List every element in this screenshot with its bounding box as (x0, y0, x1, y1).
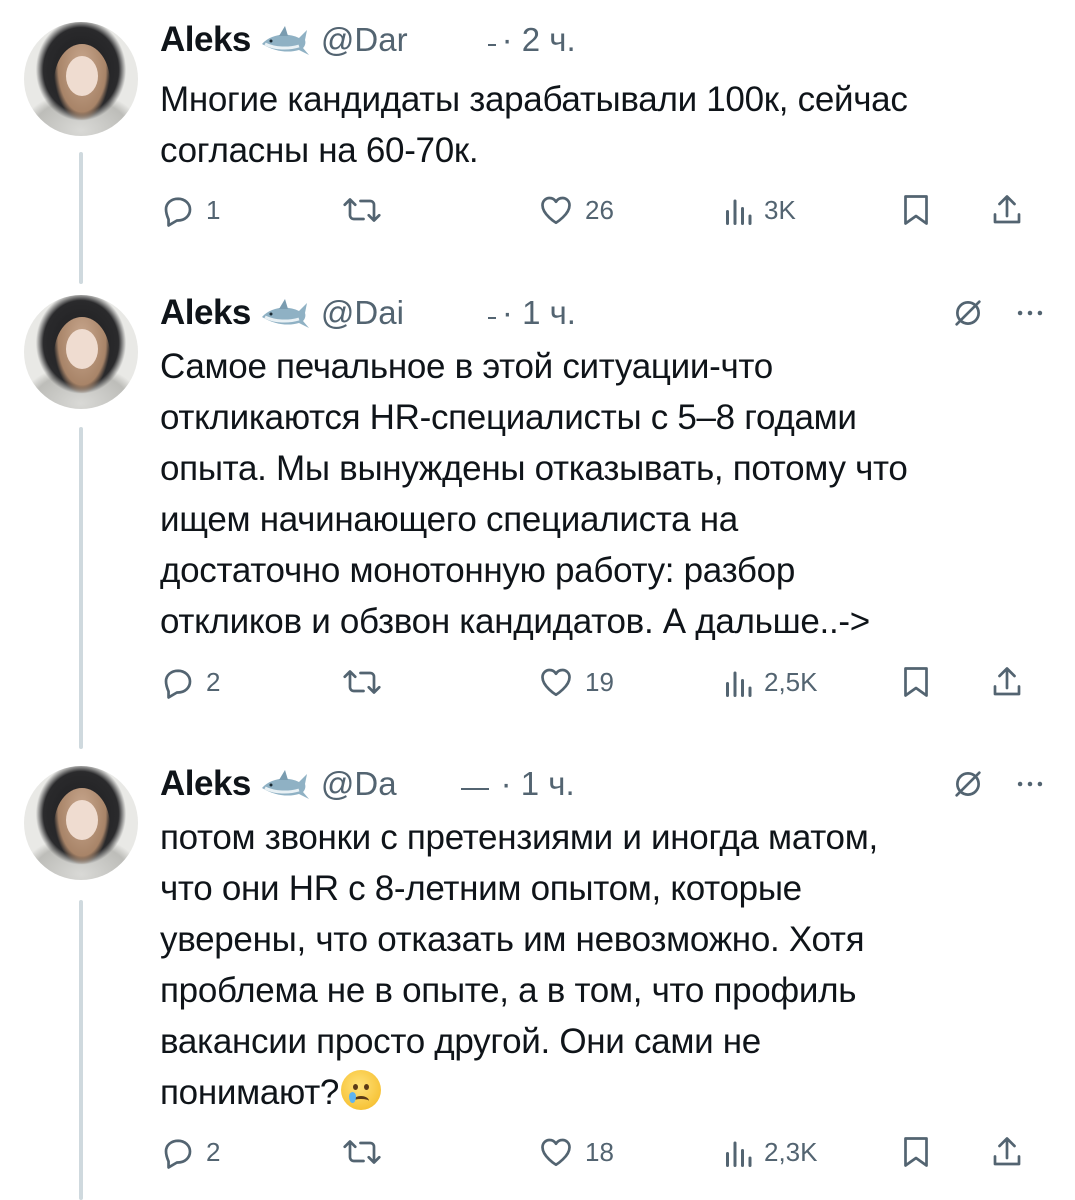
share-icon (993, 1137, 1021, 1166)
tweet[interactable]: Aleks @Dai · 1 ч. Самое печальное в этой… (0, 285, 1075, 745)
text-line: проблема не в опыте, а в том, что профил… (160, 971, 857, 1010)
share-button[interactable] (990, 664, 1024, 700)
author-handle[interactable]: @Dar (321, 21, 408, 59)
tweet[interactable]: Aleks @Da · 1 ч. потом звонки с претензи… (0, 756, 1075, 1200)
tweet-text: Самое печальное в этой ситуации-что откл… (160, 341, 1050, 647)
tweet-header: Aleks @Da · 1 ч. (160, 760, 575, 808)
retweet-icon (343, 1140, 381, 1164)
tweet-text: потом звонки с претензиями и иногда мато… (160, 812, 1050, 1118)
bookmark-button[interactable] (900, 664, 990, 700)
text-line: что они HR с 8-летним опытом, которые (160, 869, 802, 908)
tweet-text: Многие кандидаты зарабатывали 100к, сейч… (160, 74, 1050, 176)
text-line: согласны на 60-70к. (160, 131, 479, 170)
author-handle[interactable]: @Dai (321, 294, 404, 332)
author-name[interactable]: Aleks (160, 764, 251, 804)
view-count: 3K (764, 194, 796, 225)
retweet-button[interactable] (342, 664, 537, 700)
avatar[interactable] (24, 22, 138, 136)
retweet-button[interactable] (342, 192, 537, 228)
views-button[interactable]: 3K (722, 192, 900, 228)
like-button[interactable]: 19 (537, 664, 722, 700)
avatar[interactable] (24, 295, 138, 409)
heart-icon (541, 1138, 571, 1167)
bookmark-icon (904, 195, 928, 225)
tweet-header-actions (951, 760, 1047, 808)
like-count: 26 (585, 194, 614, 225)
like-count: 18 (585, 1136, 614, 1167)
tweet-header-actions (951, 289, 1047, 337)
reply-icon (164, 197, 192, 227)
shark-icon (261, 299, 309, 328)
share-button[interactable] (990, 1134, 1024, 1170)
views-button[interactable]: 2,5K (722, 664, 900, 700)
reply-count: 1 (206, 194, 221, 225)
retweet-button[interactable] (342, 1134, 537, 1170)
text-line: достаточно монотонную работу: разбор (160, 551, 796, 590)
text-line: откликов и обзвон кандидатов. А дальше..… (160, 602, 870, 641)
text-line: понимают? (160, 1073, 340, 1112)
views-icon (726, 199, 752, 225)
heart-icon (541, 196, 571, 225)
reply-count: 2 (206, 666, 221, 697)
view-count: 2,5K (764, 666, 818, 697)
tweet-time[interactable]: · 1 ч. (502, 294, 576, 332)
share-icon (993, 195, 1021, 224)
shark-icon (261, 26, 309, 55)
tweet-header: Aleks @Dar · 2 ч. (160, 16, 576, 64)
redaction-mark (460, 788, 489, 790)
tweet-header: Aleks @Dai · 1 ч. (160, 289, 576, 337)
text-line: опыта. Мы вынуждены отказывать, потому ч… (160, 449, 908, 488)
heart-icon (541, 668, 571, 697)
more-options-icon[interactable] (1013, 767, 1047, 801)
bookmark-button[interactable] (900, 1134, 990, 1170)
author-name[interactable]: Aleks (160, 20, 251, 60)
views-icon (726, 1141, 752, 1167)
text-line: вакансии просто другой. Они сами не (160, 1022, 761, 1061)
author-handle[interactable]: @Da (321, 765, 397, 803)
crying-face-emoji (341, 1070, 382, 1110)
like-button[interactable]: 26 (537, 192, 722, 228)
text-line: потом звонки с претензиями и иногда мато… (160, 818, 878, 857)
grok-icon[interactable] (951, 296, 985, 330)
redaction-mark (487, 317, 496, 319)
tweet-time[interactable]: · 1 ч. (501, 765, 575, 803)
tweet[interactable]: Aleks @Dar · 2 ч. Многие кандидаты зараб… (0, 0, 1075, 260)
retweet-icon (343, 198, 381, 222)
action-bar: 1 26 3K (160, 190, 1047, 230)
text-line-with-emoji: понимают? (160, 1067, 1050, 1118)
author-name[interactable]: Aleks (160, 293, 251, 333)
grok-icon[interactable] (951, 767, 985, 801)
like-button[interactable]: 18 (537, 1134, 722, 1170)
retweet-icon (343, 670, 381, 694)
bookmark-icon (904, 667, 928, 697)
bookmark-button[interactable] (900, 192, 990, 228)
action-bar: 2 19 2,5K (160, 662, 1047, 702)
reply-icon (164, 669, 192, 699)
views-icon (726, 671, 752, 697)
text-line: Самое печальное в этой ситуации-что (160, 347, 773, 386)
reply-count: 2 (206, 1136, 221, 1167)
reply-button[interactable]: 1 (160, 192, 342, 228)
text-line: Многие кандидаты зарабатывали 100к, сейч… (160, 80, 908, 119)
share-icon (993, 667, 1021, 696)
shark-icon (261, 770, 309, 799)
share-button[interactable] (990, 192, 1024, 228)
more-options-icon[interactable] (1013, 296, 1047, 330)
reply-button[interactable]: 2 (160, 664, 342, 700)
reply-icon (164, 1139, 192, 1169)
like-count: 19 (585, 666, 614, 697)
reply-button[interactable]: 2 (160, 1134, 342, 1170)
view-count: 2,3K (764, 1136, 818, 1167)
redaction-mark (487, 44, 496, 46)
text-line: уверены, что отказать им невозможно. Хот… (160, 920, 865, 959)
views-button[interactable]: 2,3K (722, 1134, 900, 1170)
text-line: откликаются HR-специалисты с 5–8 годами (160, 398, 857, 437)
tweet-time[interactable]: · 2 ч. (502, 21, 576, 59)
avatar[interactable] (24, 766, 138, 880)
action-bar: 2 18 2,3K (160, 1132, 1047, 1172)
text-line: ищем начинающего специалиста на (160, 500, 738, 539)
bookmark-icon (904, 1137, 928, 1167)
